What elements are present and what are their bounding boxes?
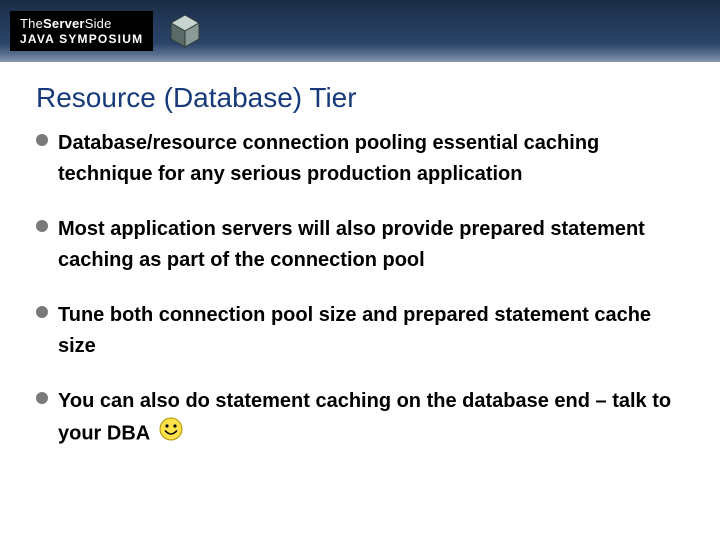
slide-header: TheServerSide JAVA SYMPOSIUM — [0, 0, 720, 62]
bullet-dot-icon — [36, 392, 48, 404]
bullet-text-span: You can also do statement caching on the… — [58, 390, 671, 444]
logo-text-block: TheServerSide JAVA SYMPOSIUM — [10, 11, 153, 51]
bullet-item: Tune both connection pool size and prepa… — [36, 300, 690, 362]
logo-word-server: Server — [43, 16, 85, 31]
bullet-item: You can also do statement caching on the… — [36, 386, 690, 451]
slide-content: Database/resource connection pooling ess… — [0, 128, 720, 451]
bullet-dot-icon — [36, 134, 48, 146]
logo-word-side: Side — [85, 16, 112, 31]
logo-line-1: TheServerSide — [20, 17, 143, 30]
logo-line-2: JAVA SYMPOSIUM — [20, 33, 143, 45]
bullet-text: Most application servers will also provi… — [58, 214, 690, 276]
bullet-dot-icon — [36, 306, 48, 318]
slide-title: Resource (Database) Tier — [36, 82, 720, 114]
cube-icon — [165, 11, 205, 51]
bullet-dot-icon — [36, 220, 48, 232]
smiley-icon — [159, 417, 183, 451]
bullet-text: Tune both connection pool size and prepa… — [58, 300, 690, 362]
bullet-text: You can also do statement caching on the… — [58, 386, 690, 451]
bullet-item: Most application servers will also provi… — [36, 214, 690, 276]
bullet-item: Database/resource connection pooling ess… — [36, 128, 690, 190]
bullet-text: Database/resource connection pooling ess… — [58, 128, 690, 190]
logo-word-the: The — [20, 16, 43, 31]
